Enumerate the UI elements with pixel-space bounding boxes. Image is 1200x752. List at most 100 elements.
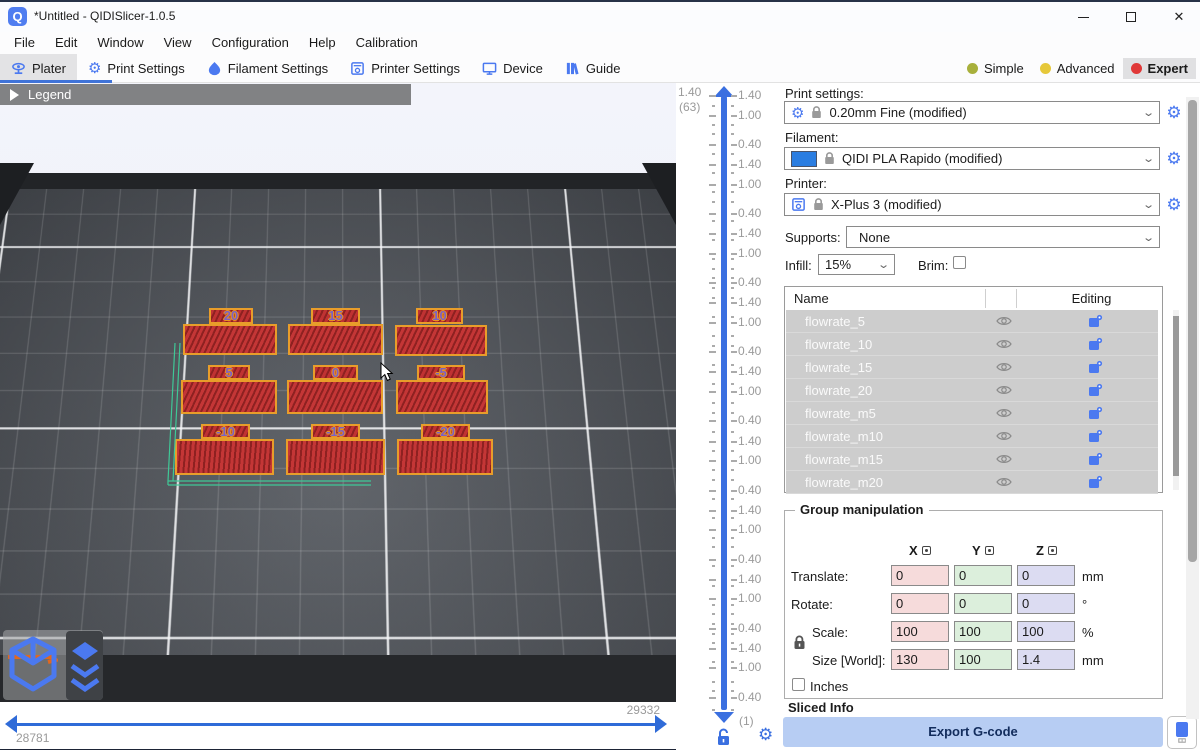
layer-lock-icon[interactable] <box>716 728 731 746</box>
mode-simple[interactable]: Simple <box>959 58 1032 79</box>
tab-filament-settings[interactable]: Filament Settings <box>196 54 339 82</box>
object-flowrate-0[interactable] <box>287 380 383 414</box>
menu-edit[interactable]: Edit <box>45 32 87 54</box>
object-list-scrollbar[interactable] <box>1173 310 1179 490</box>
object-list-row[interactable]: flowrate_m5 <box>786 402 1158 425</box>
filament-edit-button[interactable]: ⚙ <box>1165 150 1183 168</box>
object-flowrate-m10[interactable] <box>175 439 274 475</box>
object-list-row[interactable]: flowrate_m15 <box>786 448 1158 471</box>
object-flowrate-5[interactable] <box>181 380 277 414</box>
supports-dropdown[interactable]: None ⌄ <box>846 226 1160 248</box>
layer-slider-settings-icon[interactable]: ⚙ <box>758 725 773 745</box>
layer-slider-upper-handle[interactable] <box>714 86 734 97</box>
tab-plater[interactable]: Plater <box>0 54 77 82</box>
tab-print-settings[interactable]: ⚙ Print Settings <box>77 54 196 82</box>
rotate-z-input[interactable] <box>1017 593 1075 614</box>
menu-window[interactable]: Window <box>87 32 153 54</box>
object-list: Name Editing flowrate_5flowrate_10flowra… <box>784 286 1163 493</box>
printer-edit-button[interactable]: ⚙ <box>1165 196 1183 214</box>
panel-scrollbar-thumb[interactable] <box>1188 100 1197 562</box>
layer-slider-lower-handle[interactable] <box>714 712 734 723</box>
rotate-y-input[interactable] <box>954 593 1012 614</box>
visibility-eye-icon[interactable] <box>996 315 1012 327</box>
edit-object-icon[interactable] <box>1088 475 1103 489</box>
edit-object-icon[interactable] <box>1088 314 1103 328</box>
uniform-scale-lock-icon[interactable] <box>793 635 806 651</box>
object-flowrate-m15[interactable] <box>286 439 385 475</box>
visibility-eye-icon[interactable] <box>996 384 1012 396</box>
tab-device[interactable]: Device <box>471 54 554 82</box>
mode-advanced[interactable]: Advanced <box>1032 58 1123 79</box>
object-flowrate-m5[interactable] <box>396 380 488 414</box>
size-y-input[interactable] <box>954 649 1012 670</box>
tab-guide[interactable]: Guide <box>554 54 632 82</box>
minimize-button[interactable] <box>1060 2 1106 32</box>
moves-slider-right-handle[interactable] <box>655 715 667 733</box>
scale-x-input[interactable] <box>891 621 949 642</box>
edit-object-icon[interactable] <box>1088 429 1103 443</box>
close-button[interactable]: ✕ <box>1156 2 1200 32</box>
visibility-eye-icon[interactable] <box>996 430 1012 442</box>
edit-object-icon[interactable] <box>1088 406 1103 420</box>
viewport-3d[interactable]: 20 15 10 5 0 -5 -10 -15 -20 Legend <box>0 83 676 702</box>
moves-slider-track[interactable] <box>16 723 656 726</box>
object-list-row[interactable]: flowrate_10 <box>786 333 1158 356</box>
menu-view[interactable]: View <box>154 32 202 54</box>
menu-file[interactable]: File <box>4 32 45 54</box>
size-x-input[interactable] <box>891 649 949 670</box>
object-list-scrollbar-thumb[interactable] <box>1173 316 1179 476</box>
scale-z-input[interactable] <box>1017 621 1075 642</box>
printer-label: Printer: <box>785 176 827 191</box>
name-column-header[interactable]: Name <box>794 291 829 306</box>
object-flowrate-15[interactable] <box>288 324 383 355</box>
mode-expert[interactable]: Expert <box>1123 58 1196 79</box>
size-z-input[interactable] <box>1017 649 1075 670</box>
menu-calibration[interactable]: Calibration <box>346 32 428 54</box>
edit-object-icon[interactable] <box>1088 383 1103 397</box>
menu-configuration[interactable]: Configuration <box>202 32 299 54</box>
filament-label: Filament: <box>785 130 838 145</box>
print-settings-dropdown[interactable]: ⚙ 0.20mm Fine (modified) ⌄ <box>784 101 1160 124</box>
preview-view-button[interactable] <box>66 631 103 700</box>
legend-bar[interactable]: Legend <box>0 84 411 105</box>
translate-y-input[interactable] <box>954 565 1012 586</box>
print-settings-edit-button[interactable]: ⚙ <box>1165 104 1183 122</box>
inches-checkbox[interactable] <box>792 678 805 691</box>
object-list-row[interactable]: flowrate_15 <box>786 356 1158 379</box>
editing-column-header[interactable]: Editing <box>1019 291 1164 306</box>
scale-y-input[interactable] <box>954 621 1012 642</box>
filament-dropdown[interactable]: QIDI PLA Rapido (modified) ⌄ <box>784 147 1160 170</box>
translate-z-input[interactable] <box>1017 565 1075 586</box>
edit-object-icon[interactable] <box>1088 452 1103 466</box>
object-list-row[interactable]: flowrate_20 <box>786 379 1158 402</box>
object-flowrate-10[interactable] <box>395 325 487 356</box>
visibility-eye-icon[interactable] <box>996 407 1012 419</box>
layer-slider[interactable]: 1.40 (63) (1) ⚙ <box>676 83 780 752</box>
layer-slider-track[interactable] <box>721 96 727 710</box>
visibility-eye-icon[interactable] <box>996 338 1012 350</box>
tab-printer-settings[interactable]: Printer Settings <box>339 54 471 82</box>
object-list-row[interactable]: flowrate_m10 <box>786 425 1158 448</box>
brim-checkbox[interactable] <box>953 256 966 269</box>
visibility-eye-icon[interactable] <box>996 453 1012 465</box>
export-gcode-button[interactable]: Export G-code <box>783 717 1163 747</box>
menu-help[interactable]: Help <box>299 32 346 54</box>
maximize-icon <box>1126 12 1136 22</box>
size-label: Size [World]: <box>812 653 885 668</box>
object-flowrate-20[interactable] <box>183 324 277 355</box>
tab-device-label: Device <box>503 61 543 76</box>
editor-view-button[interactable] <box>8 635 58 695</box>
visibility-eye-icon[interactable] <box>996 361 1012 373</box>
translate-x-input[interactable] <box>891 565 949 586</box>
edit-object-icon[interactable] <box>1088 337 1103 351</box>
printer-dropdown[interactable]: X-Plus 3 (modified) ⌄ <box>784 193 1160 216</box>
maximize-button[interactable] <box>1108 2 1154 32</box>
infill-dropdown[interactable]: 15% ⌄ <box>818 254 895 275</box>
object-list-row[interactable]: flowrate_m20 <box>786 471 1158 494</box>
rotate-x-input[interactable] <box>891 593 949 614</box>
visibility-eye-icon[interactable] <box>996 476 1012 488</box>
edit-object-icon[interactable] <box>1088 360 1103 374</box>
object-list-row[interactable]: flowrate_5 <box>786 310 1158 333</box>
export-to-device-button[interactable] <box>1167 716 1197 749</box>
object-flowrate-m20[interactable] <box>397 439 493 475</box>
